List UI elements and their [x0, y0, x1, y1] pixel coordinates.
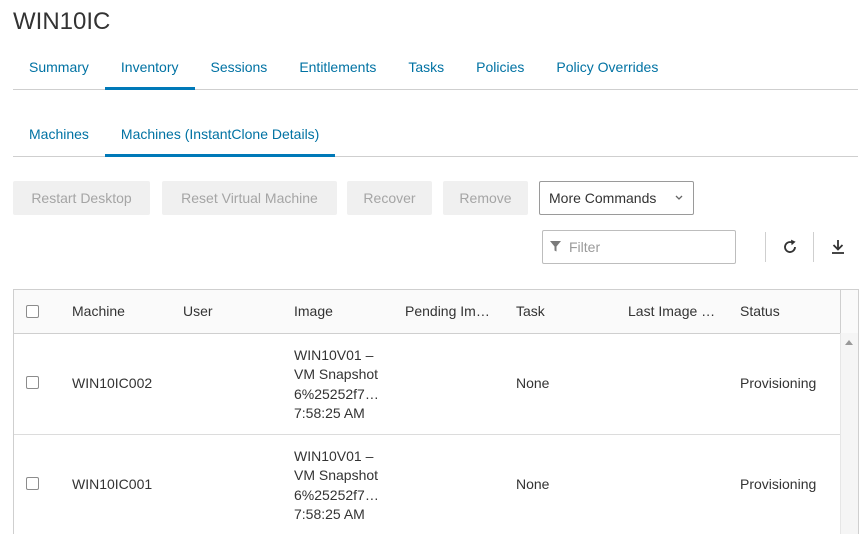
- subtab-machines-instantclone[interactable]: Machines (InstantClone Details): [104, 116, 336, 157]
- tab-entitlements[interactable]: Entitlements: [283, 49, 392, 89]
- column-header-last-image[interactable]: Last Image …: [628, 290, 715, 333]
- vertical-scrollbar[interactable]: [840, 333, 858, 534]
- download-icon[interactable]: [827, 236, 849, 258]
- machine-name[interactable]: WIN10IC002: [72, 375, 152, 391]
- status-cell: Provisioning: [740, 476, 817, 492]
- task-cell: None: [516, 476, 550, 492]
- filter-box[interactable]: [542, 230, 736, 264]
- scroll-up-arrow-icon[interactable]: [845, 339, 853, 345]
- row-checkbox[interactable]: [26, 477, 39, 490]
- tab-inventory[interactable]: Inventory: [104, 49, 195, 90]
- subtab-machines[interactable]: Machines: [13, 116, 105, 156]
- filter-funnel-icon: [550, 241, 561, 252]
- column-header-user[interactable]: User: [183, 290, 213, 333]
- datagrid-header: Machine User Image Pending Im… Task Last…: [14, 290, 858, 334]
- header-scroll-spacer: [840, 290, 858, 333]
- column-header-status[interactable]: Status: [740, 290, 780, 333]
- table-row[interactable]: WIN10IC001 WIN10V01 – VM Snapshot 6%2525…: [14, 435, 841, 534]
- column-header-image[interactable]: Image: [294, 290, 333, 333]
- row-checkbox[interactable]: [26, 376, 39, 389]
- more-commands-dropdown[interactable]: More Commands: [539, 181, 694, 215]
- recover-button[interactable]: Recover: [347, 181, 432, 215]
- column-header-task[interactable]: Task: [516, 290, 545, 333]
- restart-desktop-button[interactable]: Restart Desktop: [13, 181, 150, 215]
- remove-button[interactable]: Remove: [443, 181, 528, 215]
- tab-sessions[interactable]: Sessions: [195, 49, 284, 89]
- select-all-checkbox[interactable]: [26, 305, 39, 318]
- status-cell: Provisioning: [740, 375, 817, 391]
- column-header-machine[interactable]: Machine: [72, 290, 125, 333]
- tab-summary[interactable]: Summary: [13, 49, 105, 89]
- filter-input[interactable]: [567, 231, 731, 263]
- tab-tasks[interactable]: Tasks: [392, 49, 460, 89]
- main-tabs: Summary Inventory Sessions Entitlements …: [13, 49, 858, 90]
- refresh-icon[interactable]: [779, 236, 801, 258]
- table-row[interactable]: WIN10IC002 WIN10V01 – VM Snapshot 6%2525…: [14, 334, 841, 435]
- page-title: WIN10IC: [13, 8, 111, 35]
- machine-name[interactable]: WIN10IC001: [72, 476, 152, 492]
- reset-virtual-machine-button[interactable]: Reset Virtual Machine: [162, 181, 337, 215]
- tab-policy-overrides[interactable]: Policy Overrides: [540, 49, 674, 89]
- image-cell: WIN10V01 – VM Snapshot 6%25252f7… 7:58:2…: [294, 448, 379, 522]
- machines-datagrid: Machine User Image Pending Im… Task Last…: [13, 289, 859, 534]
- toolbar-divider: [765, 232, 766, 262]
- more-commands-label: More Commands: [549, 190, 657, 206]
- chevron-down-icon: [674, 182, 684, 225]
- task-cell: None: [516, 375, 550, 391]
- sub-tabs: Machines Machines (InstantClone Details): [13, 116, 858, 157]
- toolbar-divider: [813, 232, 814, 262]
- image-cell: WIN10V01 – VM Snapshot 6%25252f7… 7:58:2…: [294, 347, 379, 421]
- column-header-pending-image[interactable]: Pending Im…: [405, 290, 490, 333]
- tab-policies[interactable]: Policies: [460, 49, 540, 89]
